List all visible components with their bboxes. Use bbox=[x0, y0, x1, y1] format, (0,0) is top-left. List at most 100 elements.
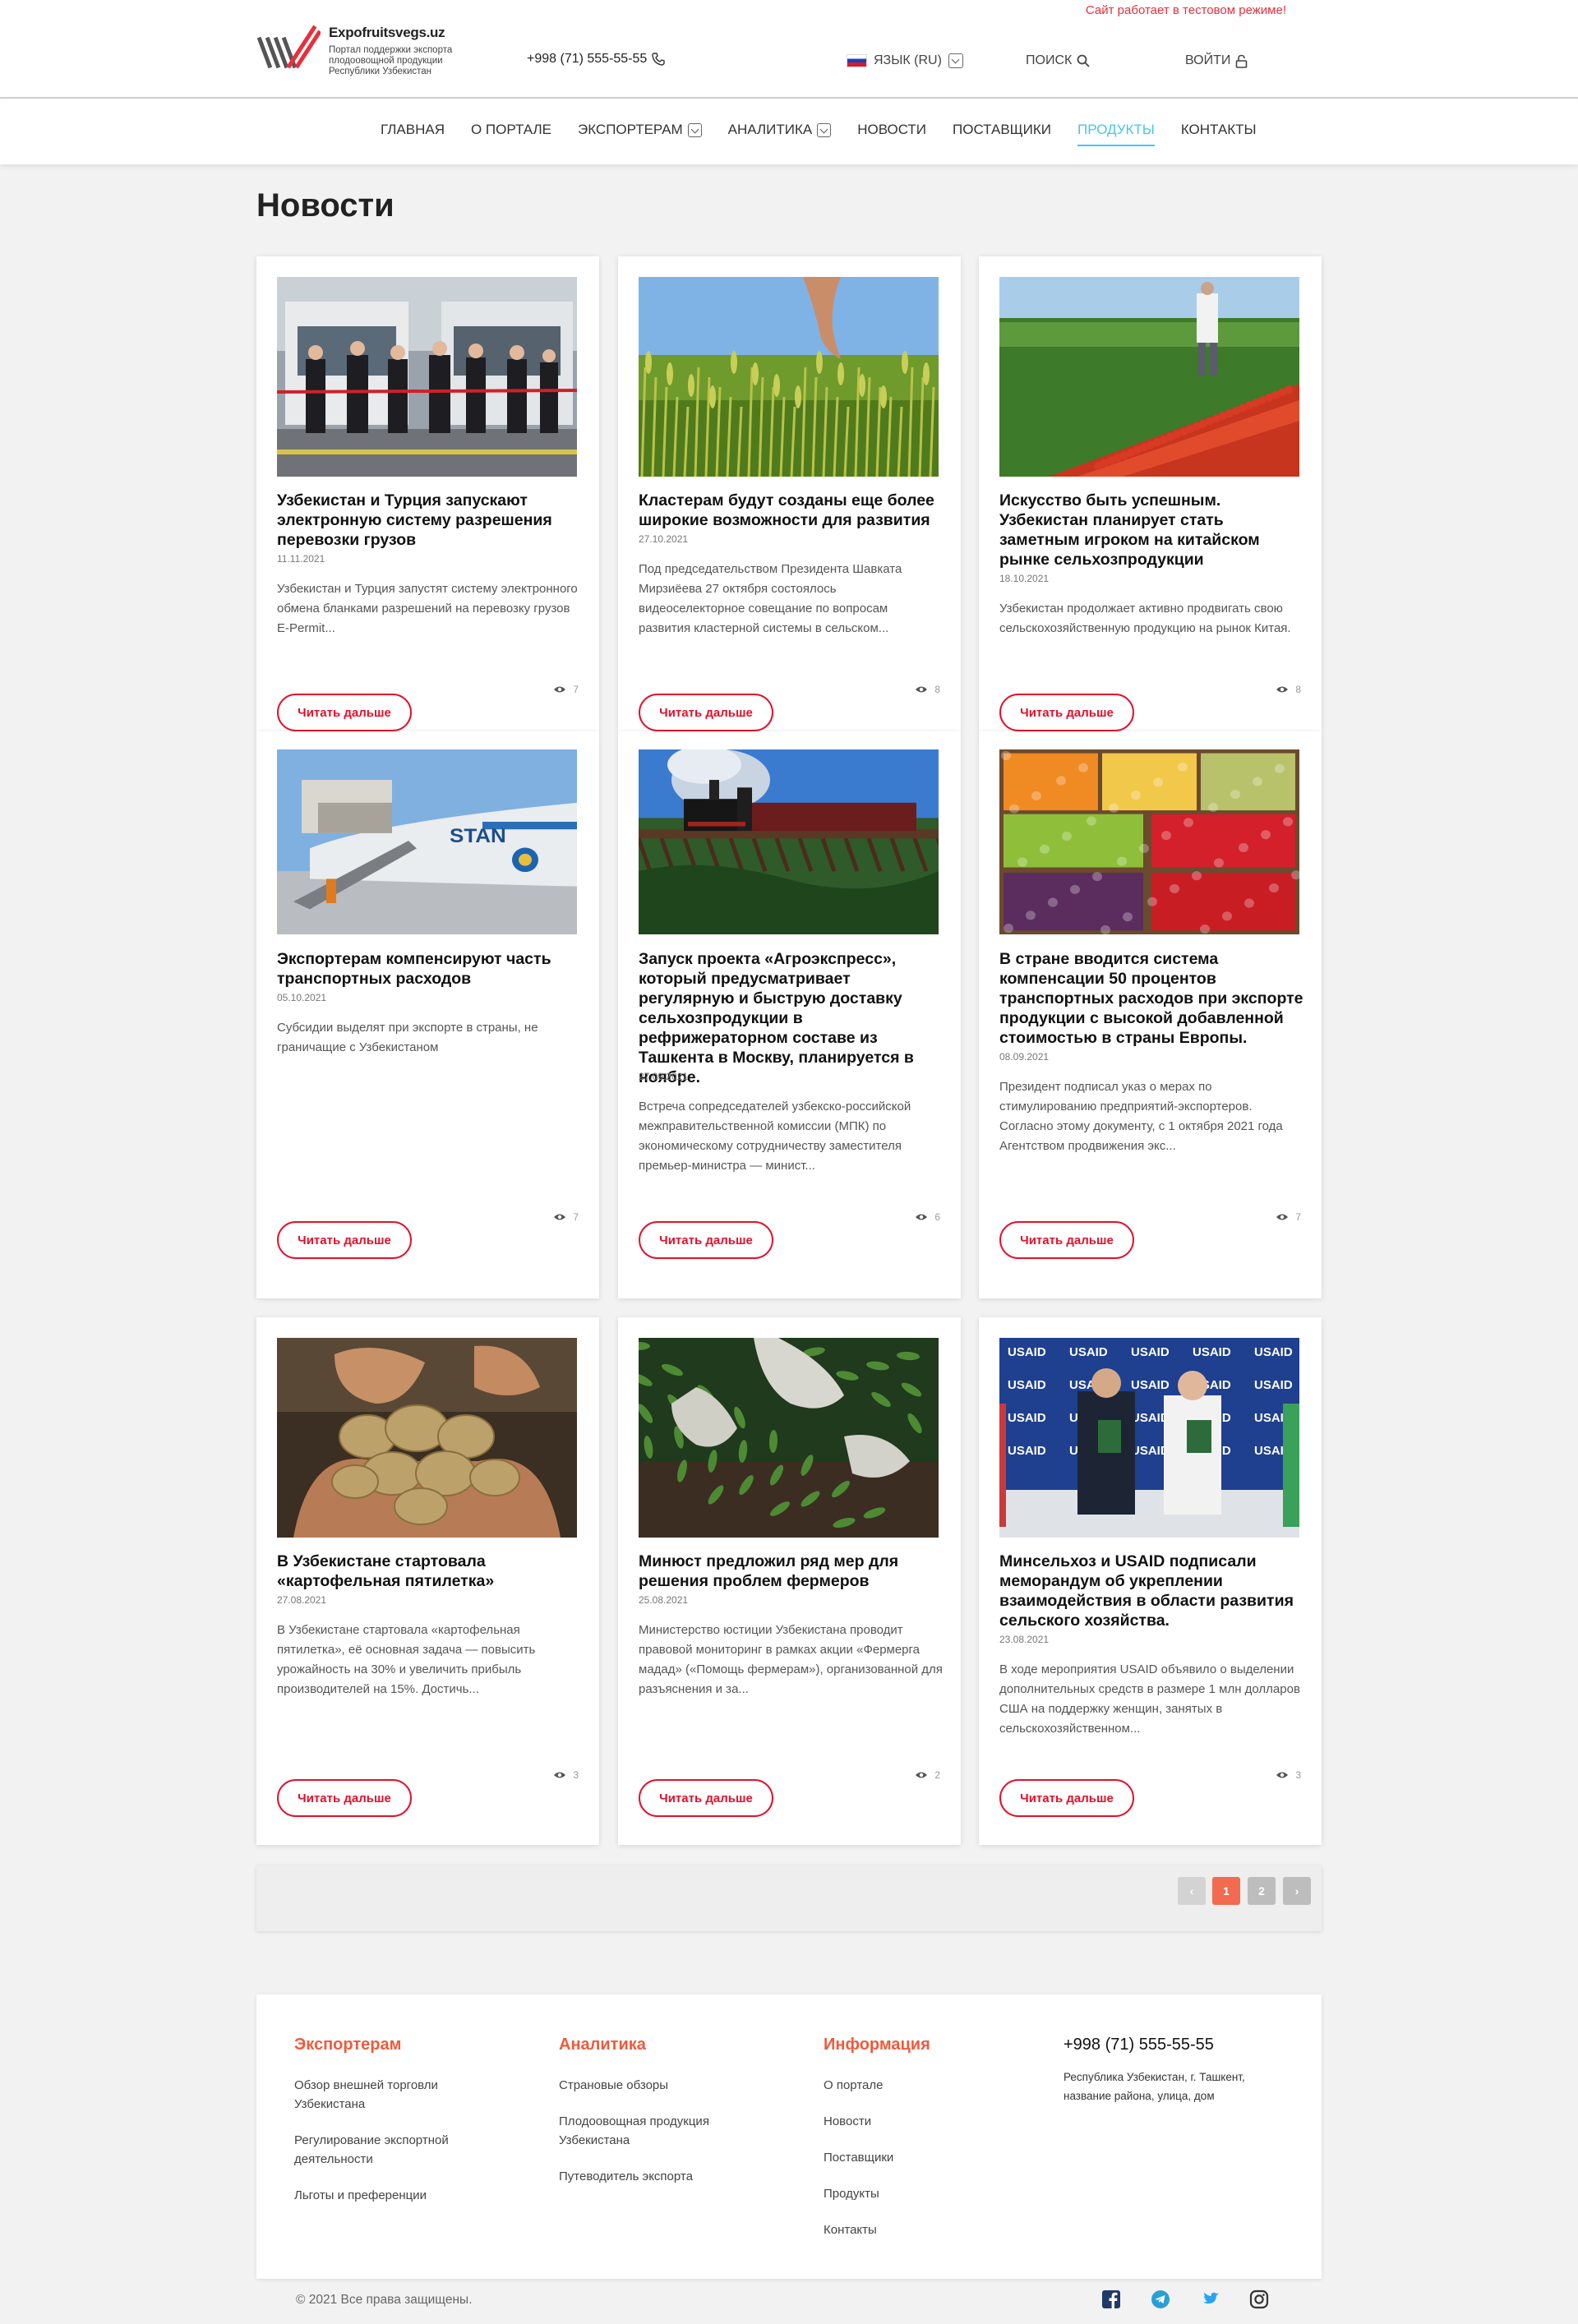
footer-link[interactable]: Страновые обзоры bbox=[559, 2076, 756, 2095]
news-card[interactable]: Узбекистан и Турция запускают электронну… bbox=[256, 256, 599, 731]
footer-contacts: +998 (71) 555-55-55 Республика Узбекиста… bbox=[1064, 2036, 1285, 2105]
news-title[interactable]: В стране вводится система компенсации 50… bbox=[999, 949, 1303, 1048]
news-title[interactable]: Узбекистан и Турция запускают электронну… bbox=[277, 491, 581, 550]
read-more-button[interactable]: Читать дальше bbox=[999, 694, 1134, 731]
news-image-usaid-memorandum-signing[interactable]: USAID USAID USAID USAID USAID USAID USAID USAID… bbox=[999, 1338, 1299, 1538]
news-image-wheat-field-hand[interactable] bbox=[639, 277, 939, 477]
footer-heading: Экспортерам bbox=[294, 2036, 402, 2054]
news-image-steam-train-bridge[interactable] bbox=[639, 749, 939, 934]
view-count: 7 bbox=[573, 1211, 579, 1223]
news-excerpt: Под председательством Президента Шавката… bbox=[639, 562, 902, 635]
news-card[interactable]: В стране вводится система компенсации 50… bbox=[979, 731, 1322, 1298]
svg-text:USAID: USAID bbox=[1131, 1411, 1170, 1425]
header-phone[interactable]: +998 (71) 555-55-55 bbox=[527, 52, 666, 67]
facebook-icon[interactable] bbox=[1101, 2289, 1121, 2309]
nav-item-2[interactable]: О ПОРТАЛЕ bbox=[471, 122, 551, 146]
footer-link[interactable]: Регулирование экспортной деятельности bbox=[294, 2131, 491, 2169]
nav-item-1[interactable]: ГЛАВНАЯ bbox=[381, 122, 445, 146]
news-card[interactable]: STAN Экспортерам компенсируют часть тран… bbox=[256, 731, 599, 1298]
footer-link[interactable]: Обзор внешней торговли Узбекистана bbox=[294, 2076, 491, 2114]
view-count: 3 bbox=[573, 1769, 579, 1781]
eye-icon bbox=[916, 686, 928, 693]
view-count: 3 bbox=[1295, 1769, 1301, 1781]
nav-item-5[interactable]: НОВОСТИ bbox=[857, 122, 926, 146]
logo-subtitle: Портал поддержки экспорта плодоовощной п… bbox=[329, 45, 453, 76]
nav-item-label: ПРОДУКТЫ bbox=[1077, 122, 1155, 137]
news-date: 27.10.2021 bbox=[639, 533, 689, 545]
read-more-button[interactable]: Читать дальше bbox=[999, 1779, 1134, 1817]
footer-address: Республика Узбекистан, г. Ташкент, назва… bbox=[1064, 2071, 1245, 2102]
news-title[interactable]: Кластерам будут созданы еще более широки… bbox=[639, 491, 943, 530]
nav-item-3[interactable]: ЭКСПОРТЕРАМ bbox=[578, 122, 702, 146]
telegram-icon[interactable] bbox=[1151, 2289, 1170, 2309]
read-more-button[interactable]: Читать дальше bbox=[999, 1221, 1134, 1259]
nav-item-8[interactable]: КОНТАКТЫ bbox=[1181, 122, 1257, 146]
svg-text:USAID: USAID bbox=[1008, 1378, 1046, 1392]
news-card[interactable]: Искусство быть успешным. Узбекистан план… bbox=[979, 256, 1322, 731]
instagram-icon[interactable] bbox=[1249, 2289, 1269, 2309]
news-title[interactable]: Минюст предложил ряд мер для решения про… bbox=[639, 1552, 943, 1591]
footer-link[interactable]: Льготы и преференции bbox=[294, 2186, 491, 2205]
footer-link[interactable]: Новости bbox=[824, 2112, 1021, 2131]
nav-item-4[interactable]: АНАЛИТИКА bbox=[728, 122, 832, 146]
news-card[interactable]: Кластерам будут созданы еще более широки… bbox=[618, 256, 961, 731]
view-counter: 3 bbox=[1276, 1769, 1301, 1781]
read-more-button[interactable]: Читать дальше bbox=[277, 1779, 412, 1817]
news-card[interactable]: В Узбекистане стартовала «картофельная п… bbox=[256, 1317, 599, 1845]
footer-link[interactable]: Плодоовощная продукция Узбекистана bbox=[559, 2112, 756, 2150]
pagination-page-1[interactable]: 1 bbox=[1212, 1877, 1240, 1905]
news-title[interactable]: Искусство быть успешным. Узбекистан план… bbox=[999, 491, 1303, 569]
footer-link[interactable]: Продукты bbox=[824, 2184, 1021, 2203]
view-counter: 3 bbox=[553, 1769, 579, 1781]
eye-icon bbox=[554, 1214, 566, 1220]
read-more-button[interactable]: Читать дальше bbox=[639, 1779, 773, 1817]
news-excerpt: Субсидии выделят при экспорте в страны, … bbox=[277, 1021, 538, 1054]
logo-title: Expofruitsvegs.uz bbox=[329, 25, 445, 40]
twitter-icon[interactable] bbox=[1200, 2289, 1220, 2309]
svg-text:USAID: USAID bbox=[1069, 1345, 1108, 1359]
site-logo[interactable]: Expofruitsvegs.uz Портал поддержки экспо… bbox=[256, 25, 473, 77]
read-more-button[interactable]: Читать дальше bbox=[639, 694, 773, 731]
news-title[interactable]: Экспортерам компенсируют часть транспорт… bbox=[277, 949, 581, 989]
news-image-fruit-market-stall[interactable] bbox=[999, 749, 1299, 934]
read-more-button[interactable]: Читать дальше bbox=[277, 1221, 412, 1259]
search-button[interactable]: ПОИСК bbox=[1026, 53, 1090, 68]
login-button[interactable]: ВОЙТИ bbox=[1185, 53, 1248, 68]
footer-heading: Информация bbox=[824, 2036, 930, 2054]
pagination-next-button[interactable]: › bbox=[1283, 1877, 1311, 1905]
footer-link[interactable]: Поставщики bbox=[824, 2148, 1021, 2167]
footer-link[interactable]: Контакты bbox=[824, 2220, 1021, 2239]
news-title[interactable]: В Узбекистане стартовала «картофельная п… bbox=[277, 1552, 581, 1591]
view-count: 2 bbox=[934, 1769, 940, 1781]
news-excerpt: Встреча сопредседателей узбекско-российс… bbox=[639, 1100, 911, 1173]
russia-flag-icon bbox=[847, 54, 867, 67]
footer-phone[interactable]: +998 (71) 555-55-55 bbox=[1064, 2036, 1285, 2054]
nav-item-7[interactable]: ПРОДУКТЫ bbox=[1077, 122, 1155, 146]
nav-item-6[interactable]: ПОСТАВЩИКИ bbox=[953, 122, 1051, 146]
read-more-button[interactable]: Читать дальше bbox=[277, 694, 412, 731]
news-excerpt: В Узбекистане стартовала «картофельная п… bbox=[277, 1623, 536, 1696]
footer-link[interactable]: Путеводитель экспорта bbox=[559, 2167, 756, 2186]
news-image-tomato-harvest-field[interactable] bbox=[999, 277, 1299, 477]
news-card[interactable]: USAID USAID USAID USAID USAID USAID USAID USAID… bbox=[979, 1317, 1322, 1845]
svg-text:USAID: USAID bbox=[1008, 1411, 1046, 1425]
news-image-trucks-ribbon-ceremony[interactable] bbox=[277, 277, 577, 477]
main-navigation: ГЛАВНАЯ О ПОРТАЛЕ ЭКСПОРТЕРАМ АНАЛИТИКА НОВО… bbox=[0, 99, 1578, 164]
eye-icon bbox=[916, 1214, 928, 1220]
news-image-potatoes-in-hands[interactable] bbox=[277, 1338, 577, 1538]
chevron-down-icon bbox=[817, 122, 832, 137]
news-title[interactable]: Запуск проекта «Агроэкспресс», который п… bbox=[639, 949, 943, 1087]
news-card[interactable]: Запуск проекта «Агроэкспресс», который п… bbox=[618, 731, 961, 1298]
footer-link[interactable]: О портале bbox=[824, 2076, 1021, 2095]
news-title[interactable]: Минсельхоз и USAID подписали меморандум … bbox=[999, 1552, 1303, 1630]
login-label: ВОЙТИ bbox=[1185, 53, 1231, 67]
pagination-prev-button[interactable]: ‹ bbox=[1178, 1877, 1206, 1905]
news-image-cargo-airplane-loading[interactable]: STAN bbox=[277, 749, 577, 934]
news-image-gloved-hands-plants[interactable] bbox=[639, 1338, 939, 1538]
read-more-button[interactable]: Читать дальше bbox=[639, 1221, 773, 1259]
pagination-page-2[interactable]: 2 bbox=[1248, 1877, 1276, 1905]
footer-heading: Аналитика bbox=[559, 2036, 646, 2054]
eye-icon bbox=[554, 1772, 566, 1778]
news-card[interactable]: Минюст предложил ряд мер для решения про… bbox=[618, 1317, 961, 1845]
language-selector[interactable]: ЯЗЫК (RU) bbox=[847, 53, 963, 68]
